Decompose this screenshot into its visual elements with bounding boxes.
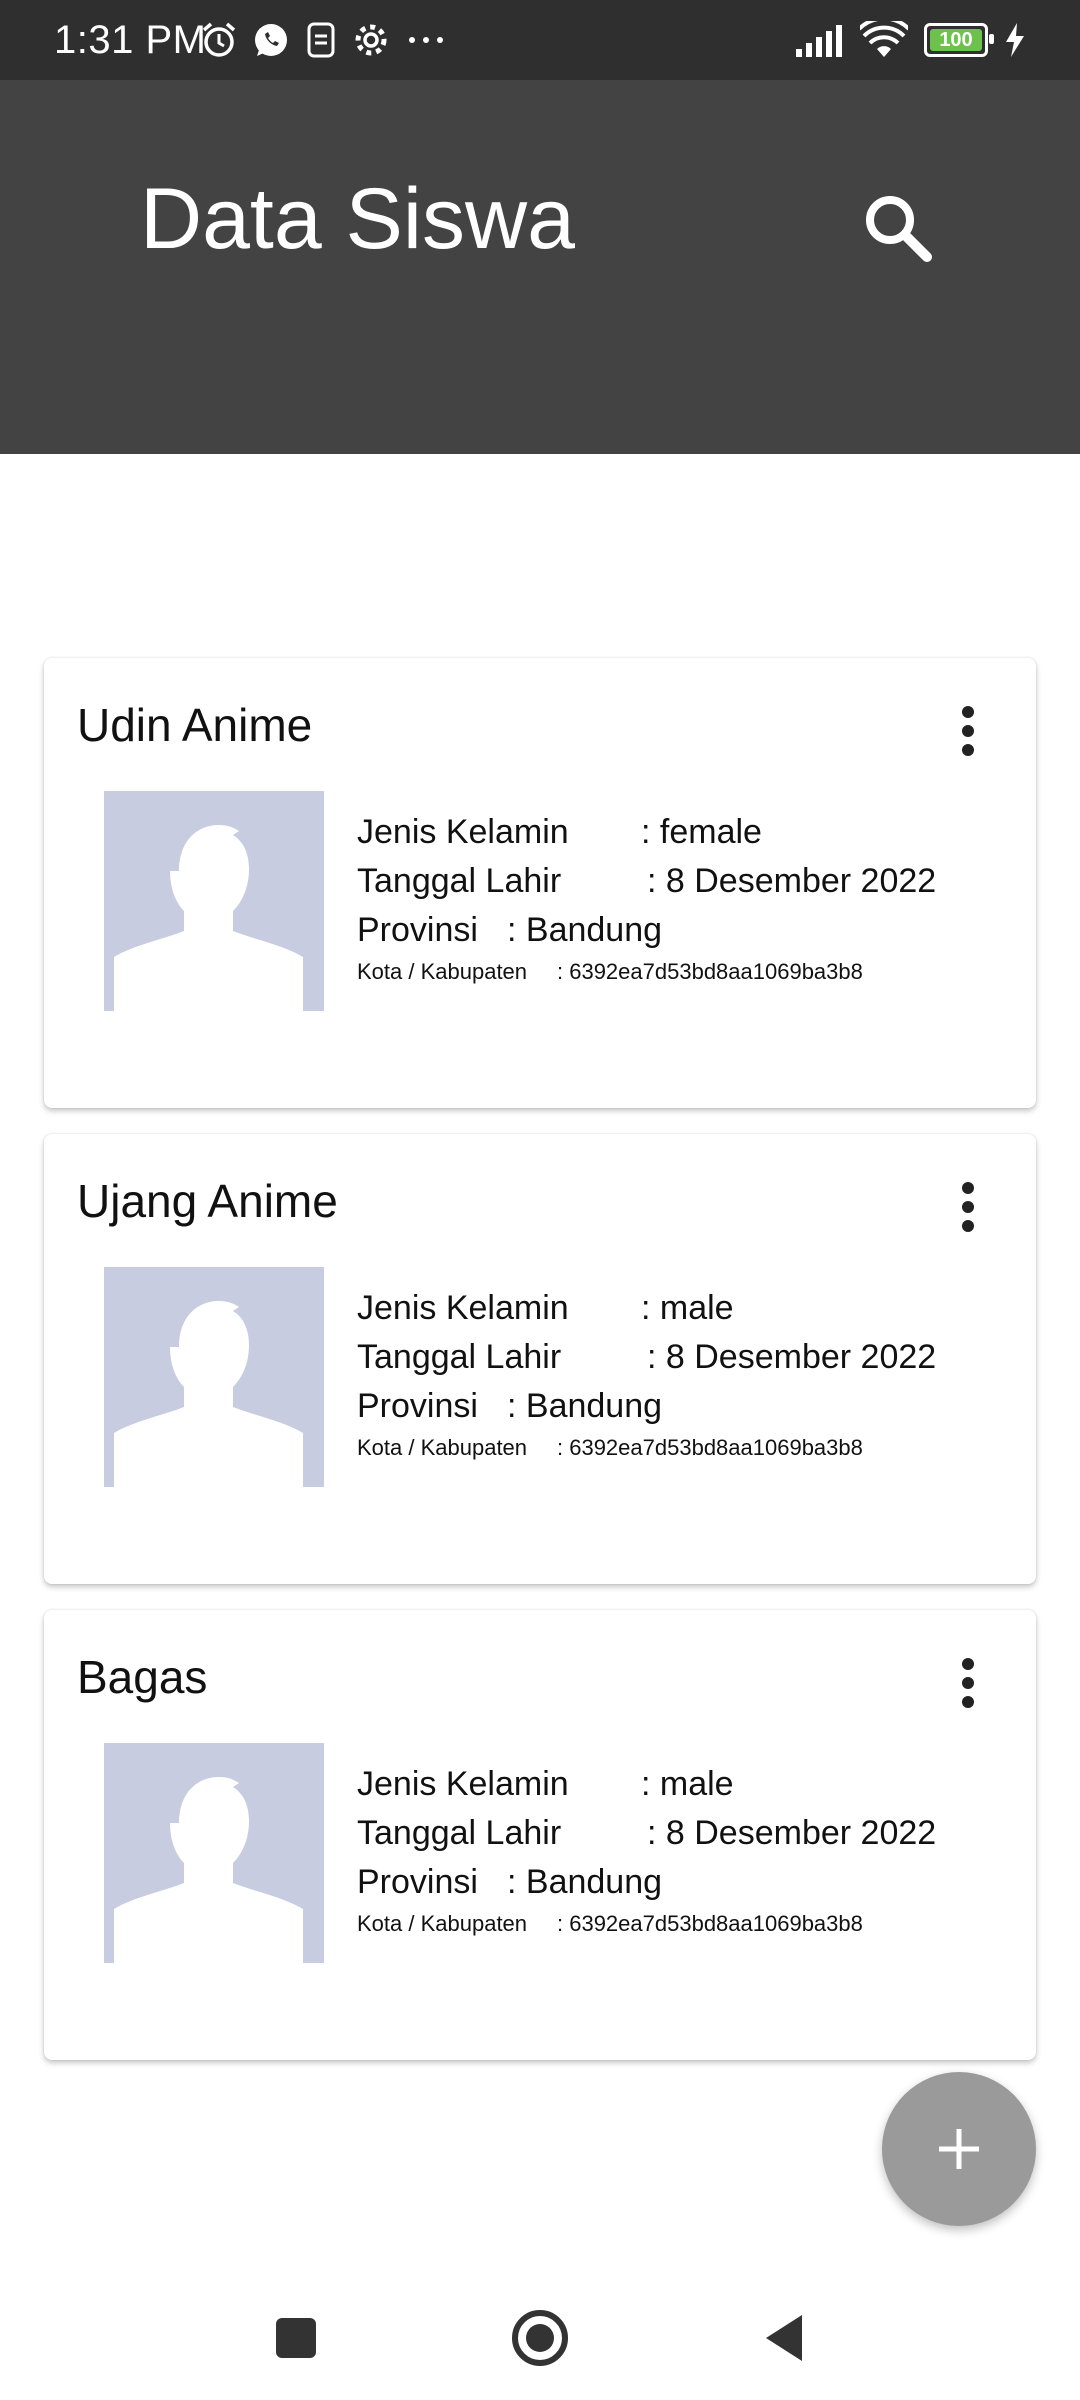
recents-button[interactable] xyxy=(256,2298,336,2378)
dob-label: Tanggal Lahir xyxy=(357,1814,562,1852)
student-info: Jenis Kelamin : male Tanggal Lahir : 8 Des… xyxy=(357,1760,1017,1941)
city-value: : 6392ea7d53bd8aa1069ba3b8 xyxy=(557,1911,863,1936)
province-row: Provinsi : Bandung xyxy=(357,1382,1017,1431)
student-list: Udin Anime Jenis Kelamin : female Tanggal… xyxy=(44,658,1036,2086)
system-nav-bar xyxy=(0,2270,1080,2400)
app-bar: Data Siswa xyxy=(0,80,1080,454)
gender-value: : male xyxy=(641,1765,734,1803)
dob-label: Tanggal Lahir xyxy=(357,862,562,900)
student-info: Jenis Kelamin : female Tanggal Lahir : 8 D… xyxy=(357,808,1017,989)
avatar-placeholder-icon xyxy=(114,1777,303,1963)
province-label: Provinsi xyxy=(357,1387,478,1425)
student-name: Bagas xyxy=(77,1651,208,1703)
city-row: Kota / Kabupaten : 6392ea7d53bd8aa1069ba3… xyxy=(357,955,1017,989)
city-row: Kota / Kabupaten : 6392ea7d53bd8aa1069ba3… xyxy=(357,1431,1017,1465)
status-bar: 1:31 PM 100 xyxy=(0,0,1080,80)
gender-row: Jenis Kelamin : male xyxy=(357,1284,1017,1333)
province-row: Provinsi : Bandung xyxy=(357,1858,1017,1907)
more-icon xyxy=(404,21,448,59)
student-name: Udin Anime xyxy=(77,699,313,751)
student-info: Jenis Kelamin : male Tanggal Lahir : 8 Des… xyxy=(357,1284,1017,1465)
student-card[interactable]: Bagas Jenis Kelamin : male Tanggal Lahir:… xyxy=(44,1610,1036,2060)
back-icon xyxy=(766,2315,802,2361)
city-label: Kota / Kabupaten xyxy=(357,959,528,984)
plus-icon xyxy=(939,2129,979,2169)
gender-value: : female xyxy=(641,813,762,851)
dob-value: : 8 Desember 2022 xyxy=(647,1814,937,1852)
province-row: Provinsi : Bandung xyxy=(357,906,1017,955)
avatar-placeholder-icon xyxy=(114,825,303,1011)
card-menu-button[interactable] xyxy=(940,1172,996,1242)
wifi-icon xyxy=(860,21,908,59)
dob-label: Tanggal Lahir xyxy=(357,1338,562,1376)
student-name: Ujang Anime xyxy=(77,1175,338,1227)
alarm-icon xyxy=(200,21,238,59)
page-title: Data Siswa xyxy=(140,171,575,267)
search-button[interactable] xyxy=(850,180,946,276)
dob-row: Tanggal Lahir : 8 Desember 2022 xyxy=(357,1333,1017,1382)
battery-icon: 100 xyxy=(924,23,994,57)
gender-value: : male xyxy=(641,1289,734,1327)
avatar xyxy=(104,1267,324,1487)
gender-label: Jenis Kelamin xyxy=(357,813,569,851)
avatar xyxy=(104,1743,324,1963)
dob-value: : 8 Desember 2022 xyxy=(647,862,937,900)
dob-value: : 8 Desember 2022 xyxy=(647,1338,937,1376)
home-button[interactable] xyxy=(500,2298,580,2378)
avatar-placeholder-icon xyxy=(114,1301,303,1487)
card-menu-button[interactable] xyxy=(940,1648,996,1718)
sim-icon xyxy=(304,21,338,59)
city-value: : 6392ea7d53bd8aa1069ba3b8 xyxy=(557,1435,863,1460)
card-menu-button[interactable] xyxy=(940,696,996,766)
settings-icon xyxy=(352,21,390,59)
city-label: Kota / Kabupaten xyxy=(357,1435,528,1460)
charging-icon xyxy=(1004,22,1026,58)
avatar xyxy=(104,791,324,1011)
battery-level: 100 xyxy=(939,28,973,51)
more-vert-icon xyxy=(962,1658,974,1708)
recents-icon xyxy=(276,2318,316,2358)
status-time: 1:31 PM xyxy=(54,18,207,62)
province-value: : Bandung xyxy=(507,911,663,949)
province-value: : Bandung xyxy=(507,1863,663,1901)
status-icons-right: 100 xyxy=(794,18,1026,62)
signal-icon xyxy=(794,23,844,57)
search-icon xyxy=(866,196,932,262)
gender-label: Jenis Kelamin xyxy=(357,1289,569,1327)
city-value: : 6392ea7d53bd8aa1069ba3b8 xyxy=(557,959,863,984)
gender-row: Jenis Kelamin : male xyxy=(357,1760,1017,1809)
province-label: Provinsi xyxy=(357,911,478,949)
province-label: Provinsi xyxy=(357,1863,478,1901)
more-vert-icon xyxy=(962,706,974,756)
city-row: Kota / Kabupaten : 6392ea7d53bd8aa1069ba3… xyxy=(357,1907,1017,1941)
whatsapp-icon xyxy=(252,21,290,59)
add-student-button[interactable] xyxy=(882,2072,1036,2226)
dob-row: Tanggal Lahir : 8 Desember 2022 xyxy=(357,1809,1017,1858)
student-card[interactable]: Ujang Anime Jenis Kelamin : male Tanggal … xyxy=(44,1134,1036,1584)
student-card[interactable]: Udin Anime Jenis Kelamin : female Tanggal… xyxy=(44,658,1036,1108)
status-icons-left xyxy=(200,18,448,62)
city-label: Kota / Kabupaten xyxy=(357,1911,528,1936)
province-value: : Bandung xyxy=(507,1387,663,1425)
back-button[interactable] xyxy=(744,2298,824,2378)
gender-label: Jenis Kelamin xyxy=(357,1765,569,1803)
dob-row: Tanggal Lahir : 8 Desember 2022 xyxy=(357,857,1017,906)
home-icon xyxy=(512,2310,568,2366)
gender-row: Jenis Kelamin : female xyxy=(357,808,1017,857)
more-vert-icon xyxy=(962,1182,974,1232)
